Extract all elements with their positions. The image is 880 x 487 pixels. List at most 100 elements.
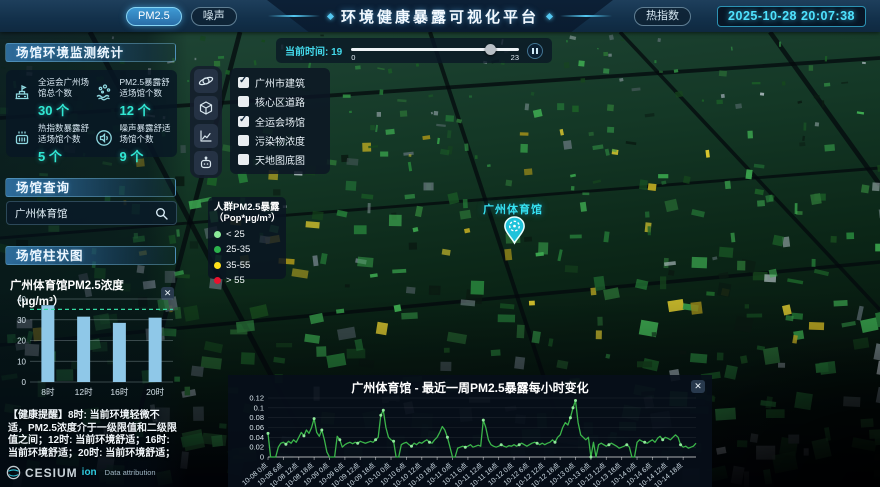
svg-text:40: 40 (17, 295, 26, 304)
svg-text:0.08: 0.08 (249, 413, 264, 422)
tab-heat-index[interactable]: 热指数 (634, 7, 691, 26)
svg-text:0: 0 (22, 378, 27, 387)
pm25-particles-icon (94, 82, 116, 102)
legend-subtitle: （Pop*μg/m³） (214, 213, 280, 224)
current-time-label: 当前时间: 19 (285, 43, 342, 58)
checkbox[interactable] (238, 77, 249, 88)
stat-value: 9 个 (120, 146, 174, 165)
venue-search-box[interactable]: 广州体育馆 (6, 201, 177, 225)
layer-gz-buildings[interactable]: 广州市建筑 (238, 75, 322, 90)
datetime-display: 2025-10-28 20:07:38 (717, 6, 866, 27)
page-title: 环境健康暴露可视化平台 (341, 6, 539, 27)
stat-value: 30 个 (38, 100, 92, 119)
layer-label: 天地图底图 (255, 152, 305, 167)
view-3d-button[interactable] (194, 96, 218, 120)
layer-tianditu-basemap[interactable]: 天地图底图 (238, 152, 322, 167)
stat-value: 5 个 (38, 146, 92, 165)
line-chart-icon (198, 128, 214, 144)
legend-item: 25-35 (214, 244, 280, 255)
legend-label: < 25 (226, 229, 245, 240)
robot-icon (198, 155, 214, 171)
pause-button[interactable] (527, 43, 543, 59)
section-header-search: 场馆查询 (5, 178, 176, 197)
svg-text:8时: 8时 (41, 387, 55, 397)
section-header-barchart: 场馆柱状图 (5, 246, 176, 265)
cesium-ion-text: ion (82, 467, 97, 478)
venue-marker-pin[interactable] (502, 215, 527, 246)
cesium-attribution[interactable]: CESIUM ion Data attribution (6, 465, 156, 480)
cube-icon (198, 100, 214, 116)
search-input[interactable]: 广州体育馆 (15, 206, 155, 221)
svg-text:0.02: 0.02 (249, 443, 264, 452)
stat-label: PM2.5暴露舒适场馆个数 (120, 77, 174, 98)
checkbox[interactable] (238, 96, 249, 107)
stat-total-venues: 全运会广州场馆总个数 30 个 (11, 75, 93, 121)
layer-core-roads[interactable]: 核心区道路 (238, 94, 322, 109)
slider-max-label: 23 (511, 53, 519, 62)
stadium-icon (12, 82, 34, 102)
layer-label: 全运会场馆 (255, 114, 305, 129)
orbit-icon (198, 73, 214, 89)
legend-label: 25-35 (226, 244, 250, 255)
chart-tool-button[interactable] (194, 124, 218, 148)
stat-value: 12 个 (120, 100, 174, 119)
page-title-wrap: 环境健康暴露可视化平台 (268, 0, 612, 32)
legend-item: > 55 (214, 275, 280, 286)
ai-assistant-button[interactable] (194, 151, 218, 175)
legend-label: 35-55 (226, 260, 250, 271)
tab-pm25[interactable]: PM2.5 (126, 7, 182, 26)
time-slider-panel: 当前时间: 19 0 23 (276, 38, 552, 63)
layer-games-venues[interactable]: 全运会场馆 (238, 114, 322, 129)
header-right: 热指数 2025-10-28 20:07:38 (634, 0, 866, 32)
stat-heat-comfort: 热指数暴露舒适场馆个数 5 个 (11, 121, 93, 167)
stat-noise-comfort: 噪声暴露舒适场馆个数 9 个 (93, 121, 175, 167)
legend-item: < 25 (214, 229, 280, 240)
pm25-bar-chart: 0 10 20 30 40 8时 12时 16时 20时 (6, 292, 177, 398)
stat-pm25-comfort: PM2.5暴露舒适场馆个数 12 个 (93, 75, 175, 121)
legend-title: 人群PM2.5暴露 (214, 202, 280, 213)
header-bar: PM2.5 噪声 环境健康暴露可视化平台 热指数 2025-10-28 20:0… (0, 0, 880, 32)
stat-label: 全运会广州场馆总个数 (38, 77, 92, 98)
slider-handle[interactable] (485, 44, 496, 55)
rotate-view-button[interactable] (194, 69, 218, 93)
search-icon[interactable] (155, 207, 168, 220)
svg-text:0.12: 0.12 (249, 394, 264, 403)
section-header-stats: 场馆环境监测统计 (5, 43, 176, 62)
checkbox[interactable] (238, 135, 249, 146)
stat-label: 噪声暴露舒适场馆个数 (120, 123, 174, 144)
svg-text:0: 0 (260, 453, 264, 462)
heat-index-icon (12, 128, 34, 148)
tab-noise[interactable]: 噪声 (191, 7, 237, 26)
data-attribution-link[interactable]: Data attribution (105, 468, 156, 477)
health-tip-text: 【健康提醒】8时: 当前环境轻微不适，PM2.5浓度介于一级限值和二级限值之间；… (8, 410, 178, 460)
checkbox[interactable] (238, 116, 249, 127)
legend-label: > 55 (226, 275, 245, 286)
layer-label: 核心区道路 (255, 94, 305, 109)
legend-dot (214, 262, 221, 269)
svg-text:30: 30 (17, 316, 26, 325)
legend-item: 35-55 (214, 260, 280, 271)
title-ornament-left (268, 15, 320, 17)
weekly-exposure-line-chart: 00.020.040.060.080.10.1210-08 0点10-08 6点… (228, 393, 712, 487)
time-slider[interactable]: 0 23 (351, 38, 519, 63)
svg-text:0.04: 0.04 (249, 433, 264, 442)
svg-text:12时: 12时 (75, 387, 93, 397)
cesium-globe-icon (6, 465, 21, 480)
svg-text:10: 10 (17, 357, 26, 366)
svg-text:20时: 20时 (146, 387, 164, 397)
svg-text:20: 20 (17, 337, 26, 346)
legend-dot (214, 231, 221, 238)
noise-icon (94, 128, 116, 148)
weekly-exposure-panel: 广州体育馆 - 最近一周PM2.5暴露每小时变化 ✕ 00.020.040.06… (228, 375, 712, 487)
weekly-chart-close-icon[interactable]: ✕ (691, 380, 705, 393)
layer-pollutant-concentration[interactable]: 污染物浓度 (238, 133, 322, 148)
checkbox[interactable] (238, 154, 249, 165)
map-toolbar (190, 66, 222, 178)
stat-label: 热指数暴露舒适场馆个数 (38, 123, 92, 144)
exposure-legend: 人群PM2.5暴露 （Pop*μg/m³） < 25 25-35 35-55 >… (208, 197, 286, 279)
svg-text:0.06: 0.06 (249, 423, 264, 432)
svg-text:16时: 16时 (110, 387, 128, 397)
layer-label: 污染物浓度 (255, 133, 305, 148)
layer-toggle-panel: 广州市建筑 核心区道路 全运会场馆 污染物浓度 天地图底图 (230, 68, 330, 174)
legend-dot (214, 246, 221, 253)
